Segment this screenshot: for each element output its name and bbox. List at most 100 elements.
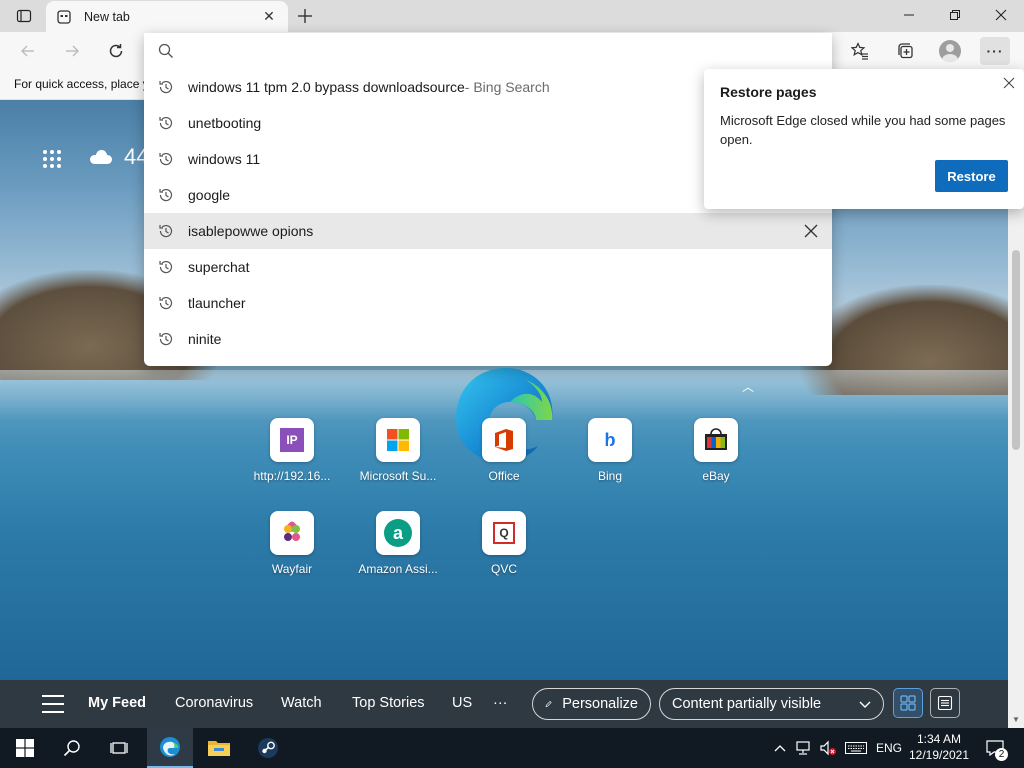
task-view-icon[interactable] [96, 728, 142, 768]
grid-view-icon[interactable] [893, 688, 923, 718]
restore-window-button[interactable] [932, 0, 978, 30]
close-icon[interactable] [1000, 74, 1018, 92]
volume-muted-icon[interactable] [818, 728, 838, 768]
address-bar[interactable] [144, 33, 832, 69]
input-language[interactable]: ENG [876, 728, 902, 768]
search-icon [158, 43, 173, 58]
quick-link[interactable]: Q QVC [462, 511, 546, 576]
quick-link-label: Office [488, 469, 520, 483]
more-icon: ··· [986, 43, 1004, 59]
quick-link-label: http://192.16... [253, 469, 331, 483]
wayfair-icon [270, 511, 314, 555]
quick-link-label: Amazon Assi... [358, 562, 438, 576]
quick-link[interactable]: IP http://192.16... [250, 418, 334, 483]
start-button[interactable] [2, 728, 48, 768]
quick-link[interactable]: Microsoft Su... [356, 418, 440, 483]
history-icon [158, 259, 174, 275]
settings-and-more-button[interactable]: ··· [980, 37, 1010, 65]
suggestion-text: google [188, 187, 231, 203]
edge-taskbar-icon[interactable] [147, 728, 193, 768]
tab-title: New tab [84, 9, 130, 24]
suggestion-text: isablepowwe opions [188, 223, 314, 239]
notification-count-badge: 2 [995, 748, 1008, 761]
address-input[interactable] [186, 43, 786, 59]
list-view-icon[interactable] [930, 688, 960, 718]
title-bar: New tab ✕ [0, 0, 1024, 32]
feed-tab-my-feed[interactable]: My Feed [88, 695, 146, 711]
suggestion-text: superchat [188, 259, 250, 275]
history-icon [158, 79, 174, 95]
history-icon [158, 223, 174, 239]
history-icon [158, 151, 174, 167]
collections-icon[interactable] [890, 37, 920, 65]
quick-link[interactable]: eBay [674, 418, 758, 483]
chevron-up-icon[interactable]: ︿ [742, 378, 754, 395]
new-tab-button[interactable] [292, 4, 318, 28]
feed-more-icon[interactable]: ··· [493, 695, 508, 711]
quick-link[interactable]: Wayfair [250, 511, 334, 576]
network-icon[interactable] [794, 728, 814, 768]
personalize-button[interactable]: Personalize [532, 688, 651, 720]
content-visibility-label: Content partially visible [672, 696, 822, 712]
office-icon [482, 418, 526, 462]
tab-close-icon[interactable]: ✕ [260, 8, 278, 26]
refresh-button[interactable] [102, 37, 130, 65]
feed-tab-top-stories[interactable]: Top Stories [352, 695, 425, 711]
suggestion-text: windows 11 tpm 2.0 bypass downloadsource [188, 79, 465, 95]
add-quick-link-icon[interactable]: + [596, 434, 622, 460]
suggestion-source: - Bing Search [464, 79, 550, 95]
restore-popup-message: Microsoft Edge closed while you had some… [720, 113, 1006, 147]
suggestion-item[interactable]: ninite [144, 321, 832, 357]
qvc-icon: Q [482, 511, 526, 555]
cloud-icon [90, 150, 112, 164]
favorites-icon[interactable] [845, 37, 875, 65]
feed-tab-coronavirus[interactable]: Coronavirus [175, 695, 253, 711]
restore-pages-popup: Restore pages Microsoft Edge closed whil… [704, 69, 1024, 209]
close-window-button[interactable] [978, 0, 1024, 30]
suggestion-item[interactable]: tlauncher [144, 285, 832, 321]
remove-suggestion-icon[interactable] [802, 222, 820, 240]
tab-actions-icon[interactable] [10, 6, 38, 26]
hamburger-menu-icon[interactable] [42, 695, 64, 713]
app-launcher-icon[interactable] [40, 147, 64, 171]
notification-center-icon[interactable]: 2 [982, 728, 1008, 768]
weather-widget[interactable]: 44 [90, 144, 148, 170]
scrollbar-thumb[interactable] [1012, 250, 1020, 450]
search-icon[interactable] [49, 728, 95, 768]
content-visibility-dropdown[interactable]: Content partially visible [659, 688, 884, 720]
history-icon [158, 115, 174, 131]
profile-avatar[interactable] [935, 37, 965, 65]
file-explorer-icon[interactable] [196, 728, 242, 768]
history-icon [158, 331, 174, 347]
new-tab-page-icon [56, 9, 72, 25]
personalize-label: Personalize [562, 696, 638, 712]
pencil-icon [545, 700, 552, 708]
favorites-bar-hint: For quick access, place y [14, 77, 149, 91]
suggestion-text: ninite [188, 331, 222, 347]
restore-button[interactable]: Restore [935, 160, 1008, 192]
taskbar-clock[interactable]: 1:34 AM 12/19/2021 [906, 731, 972, 763]
feed-tab-us[interactable]: US [452, 695, 472, 711]
feed-tab-watch[interactable]: Watch [281, 695, 322, 711]
suggestion-item[interactable]: isablepowwe opions [144, 213, 832, 249]
minimize-button[interactable] [886, 0, 932, 30]
quick-link[interactable]: Office [462, 418, 546, 483]
quick-link-label: Bing [597, 469, 623, 483]
ebay-icon [694, 418, 738, 462]
quick-link-label: Wayfair [271, 562, 313, 576]
forward-button[interactable] [58, 37, 86, 65]
keyboard-icon[interactable] [844, 728, 868, 768]
suggestion-item[interactable]: superchat [144, 249, 832, 285]
quick-link-label: Microsoft Su... [359, 469, 437, 483]
microsoft-icon [376, 418, 420, 462]
suggestion-text: unetbooting [188, 115, 262, 131]
chevron-up-tray-icon[interactable] [772, 728, 788, 768]
back-button[interactable] [14, 37, 42, 65]
scroll-down-arrow-icon[interactable]: ▼ [1011, 714, 1021, 724]
quick-link-label: eBay [702, 469, 730, 483]
clock-date: 12/19/2021 [908, 748, 970, 762]
quick-link[interactable]: a Amazon Assi... [356, 511, 440, 576]
suggestion-text: windows 11 [188, 151, 261, 167]
steam-icon[interactable] [245, 728, 291, 768]
tab-new-tab[interactable]: New tab ✕ [46, 1, 288, 32]
